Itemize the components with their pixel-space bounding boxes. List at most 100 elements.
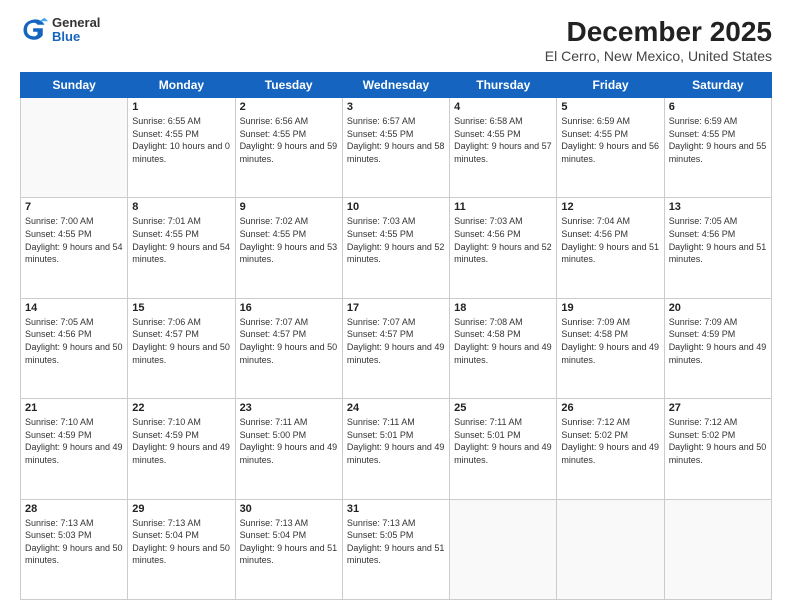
day-info: Sunrise: 7:10 AMSunset: 4:59 PMDaylight:… (132, 416, 230, 466)
day-info: Sunrise: 7:13 AMSunset: 5:04 PMDaylight:… (240, 517, 338, 567)
day-info: Sunrise: 7:07 AMSunset: 4:57 PMDaylight:… (240, 316, 338, 366)
day-info: Sunrise: 7:09 AMSunset: 4:59 PMDaylight:… (669, 316, 767, 366)
calendar-cell: 11Sunrise: 7:03 AMSunset: 4:56 PMDayligh… (450, 198, 557, 298)
day-info: Sunrise: 7:03 AMSunset: 4:55 PMDaylight:… (347, 215, 445, 265)
day-info: Sunrise: 7:10 AMSunset: 4:59 PMDaylight:… (25, 416, 123, 466)
day-number: 17 (347, 302, 445, 314)
day-info: Sunrise: 7:13 AMSunset: 5:03 PMDaylight:… (25, 517, 123, 567)
calendar-cell: 15Sunrise: 7:06 AMSunset: 4:57 PMDayligh… (128, 298, 235, 398)
day-number: 4 (454, 101, 552, 113)
logo-general-text: General (52, 16, 100, 30)
day-info: Sunrise: 7:12 AMSunset: 5:02 PMDaylight:… (561, 416, 659, 466)
day-info: Sunrise: 6:56 AMSunset: 4:55 PMDaylight:… (240, 115, 338, 165)
day-info: Sunrise: 6:58 AMSunset: 4:55 PMDaylight:… (454, 115, 552, 165)
page: General Blue December 2025 El Cerro, New… (0, 0, 792, 612)
day-number: 11 (454, 201, 552, 213)
day-number: 5 (561, 101, 659, 113)
calendar-cell: 7 Sunrise: 7:00 AMSunset: 4:55 PMDaylight… (21, 198, 128, 298)
logo: General Blue (20, 16, 100, 45)
calendar-cell (664, 499, 771, 599)
day-number: 8 (132, 201, 230, 213)
day-info: Sunrise: 7:11 AMSunset: 5:00 PMDaylight:… (240, 416, 338, 466)
calendar-cell: 25 Sunrise: 7:11 AMSunset: 5:01 PMDayligh… (450, 399, 557, 499)
day-info: Sunrise: 7:01 AMSunset: 4:55 PMDaylight:… (132, 215, 230, 265)
calendar-cell: 18 Sunrise: 7:08 AMSunset: 4:58 PMDayligh… (450, 298, 557, 398)
day-info: Sunrise: 7:00 AMSunset: 4:55 PMDaylight:… (25, 215, 123, 265)
logo-text: General Blue (52, 16, 100, 45)
calendar-subtitle: El Cerro, New Mexico, United States (545, 48, 772, 64)
calendar-cell: 16 Sunrise: 7:07 AMSunset: 4:57 PMDayligh… (235, 298, 342, 398)
day-number: 24 (347, 402, 445, 414)
calendar-cell: 27Sunrise: 7:12 AMSunset: 5:02 PMDayligh… (664, 399, 771, 499)
day-number: 23 (240, 402, 338, 414)
day-info: Sunrise: 7:05 AMSunset: 4:56 PMDaylight:… (669, 215, 767, 265)
day-number: 12 (561, 201, 659, 213)
col-monday: Monday (128, 73, 235, 98)
day-number: 6 (669, 101, 767, 113)
calendar-cell (557, 499, 664, 599)
calendar-cell: 17 Sunrise: 7:07 AMSunset: 4:57 PMDayligh… (342, 298, 449, 398)
day-number: 14 (25, 302, 123, 314)
day-number: 2 (240, 101, 338, 113)
calendar-cell: 29 Sunrise: 7:13 AMSunset: 5:04 PMDayligh… (128, 499, 235, 599)
day-number: 20 (669, 302, 767, 314)
calendar-cell: 10Sunrise: 7:03 AMSunset: 4:55 PMDayligh… (342, 198, 449, 298)
header-row: Sunday Monday Tuesday Wednesday Thursday… (21, 73, 772, 98)
day-number: 25 (454, 402, 552, 414)
calendar-week-1: 1Sunrise: 6:55 AMSunset: 4:55 PMDaylight… (21, 98, 772, 198)
day-info: Sunrise: 7:11 AMSunset: 5:01 PMDaylight:… (347, 416, 445, 466)
day-number: 28 (25, 503, 123, 515)
day-number: 21 (25, 402, 123, 414)
calendar-cell: 28 Sunrise: 7:13 AMSunset: 5:03 PMDayligh… (21, 499, 128, 599)
calendar-cell: 1Sunrise: 6:55 AMSunset: 4:55 PMDaylight… (128, 98, 235, 198)
day-info: Sunrise: 6:55 AMSunset: 4:55 PMDaylight:… (132, 115, 230, 165)
day-number: 22 (132, 402, 230, 414)
calendar-cell: 20 Sunrise: 7:09 AMSunset: 4:59 PMDayligh… (664, 298, 771, 398)
day-info: Sunrise: 6:57 AMSunset: 4:55 PMDaylight:… (347, 115, 445, 165)
day-number: 7 (25, 201, 123, 213)
calendar-cell: 3 Sunrise: 6:57 AMSunset: 4:55 PMDaylight… (342, 98, 449, 198)
title-block: December 2025 El Cerro, New Mexico, Unit… (545, 16, 772, 64)
calendar-table: Sunday Monday Tuesday Wednesday Thursday… (20, 72, 772, 600)
day-number: 31 (347, 503, 445, 515)
day-info: Sunrise: 7:06 AMSunset: 4:57 PMDaylight:… (132, 316, 230, 366)
col-wednesday: Wednesday (342, 73, 449, 98)
col-tuesday: Tuesday (235, 73, 342, 98)
day-info: Sunrise: 7:11 AMSunset: 5:01 PMDaylight:… (454, 416, 552, 466)
col-thursday: Thursday (450, 73, 557, 98)
day-info: Sunrise: 7:05 AMSunset: 4:56 PMDaylight:… (25, 316, 123, 366)
calendar-cell: 9Sunrise: 7:02 AMSunset: 4:55 PMDaylight… (235, 198, 342, 298)
day-number: 3 (347, 101, 445, 113)
col-friday: Friday (557, 73, 664, 98)
calendar-cell (21, 98, 128, 198)
day-info: Sunrise: 7:07 AMSunset: 4:57 PMDaylight:… (347, 316, 445, 366)
day-info: Sunrise: 7:08 AMSunset: 4:58 PMDaylight:… (454, 316, 552, 366)
header: General Blue December 2025 El Cerro, New… (20, 16, 772, 64)
calendar-cell: 6 Sunrise: 6:59 AMSunset: 4:55 PMDaylight… (664, 98, 771, 198)
day-number: 30 (240, 503, 338, 515)
calendar-cell: 14 Sunrise: 7:05 AMSunset: 4:56 PMDayligh… (21, 298, 128, 398)
logo-blue-text: Blue (52, 30, 100, 44)
calendar-cell: 12Sunrise: 7:04 AMSunset: 4:56 PMDayligh… (557, 198, 664, 298)
calendar-cell: 5 Sunrise: 6:59 AMSunset: 4:55 PMDaylight… (557, 98, 664, 198)
calendar-cell: 19Sunrise: 7:09 AMSunset: 4:58 PMDayligh… (557, 298, 664, 398)
day-info: Sunrise: 7:12 AMSunset: 5:02 PMDaylight:… (669, 416, 767, 466)
calendar-cell: 31 Sunrise: 7:13 AMSunset: 5:05 PMDayligh… (342, 499, 449, 599)
day-number: 26 (561, 402, 659, 414)
calendar-week-3: 14 Sunrise: 7:05 AMSunset: 4:56 PMDayligh… (21, 298, 772, 398)
day-info: Sunrise: 6:59 AMSunset: 4:55 PMDaylight:… (669, 115, 767, 165)
day-info: Sunrise: 7:13 AMSunset: 5:05 PMDaylight:… (347, 517, 445, 567)
calendar-cell: 13 Sunrise: 7:05 AMSunset: 4:56 PMDayligh… (664, 198, 771, 298)
day-number: 13 (669, 201, 767, 213)
day-number: 16 (240, 302, 338, 314)
day-number: 29 (132, 503, 230, 515)
calendar-week-2: 7 Sunrise: 7:00 AMSunset: 4:55 PMDaylight… (21, 198, 772, 298)
calendar-cell: 8 Sunrise: 7:01 AMSunset: 4:55 PMDaylight… (128, 198, 235, 298)
calendar-title: December 2025 (545, 16, 772, 48)
logo-icon (20, 16, 48, 44)
day-info: Sunrise: 7:13 AMSunset: 5:04 PMDaylight:… (132, 517, 230, 567)
day-info: Sunrise: 6:59 AMSunset: 4:55 PMDaylight:… (561, 115, 659, 165)
day-number: 18 (454, 302, 552, 314)
calendar-cell: 22 Sunrise: 7:10 AMSunset: 4:59 PMDayligh… (128, 399, 235, 499)
day-info: Sunrise: 7:09 AMSunset: 4:58 PMDaylight:… (561, 316, 659, 366)
